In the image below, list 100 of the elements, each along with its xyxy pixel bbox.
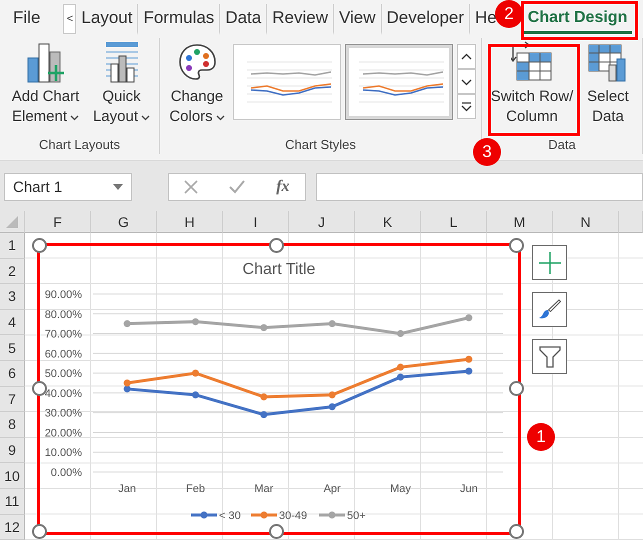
ribbon-button[interactable]: Select Data bbox=[580, 42, 636, 127]
column-header[interactable]: I bbox=[223, 211, 289, 233]
caret-icon bbox=[216, 115, 225, 121]
insert-function-button[interactable]: fx bbox=[276, 178, 290, 196]
column-header[interactable]: F bbox=[25, 211, 91, 233]
check-icon[interactable] bbox=[229, 180, 246, 194]
chart-title: Chart Title bbox=[242, 261, 316, 278]
axis-label: Jan bbox=[118, 483, 136, 495]
name-box[interactable]: Chart 1 bbox=[4, 173, 132, 201]
scroll-left-button[interactable]: < bbox=[63, 4, 76, 34]
ribbon-button[interactable]: Quick Layout bbox=[90, 42, 154, 127]
data-point bbox=[465, 314, 472, 322]
formula-input[interactable] bbox=[316, 173, 643, 201]
data-point bbox=[124, 320, 131, 328]
group-label: Chart Layouts bbox=[39, 137, 120, 154]
column-header[interactable]: G bbox=[91, 211, 157, 233]
column-header[interactable]: L bbox=[421, 211, 487, 233]
axis-label: 90.00% bbox=[44, 289, 82, 301]
ribbon-tab[interactable]: View bbox=[332, 4, 381, 34]
column-header[interactable]: M bbox=[487, 211, 553, 233]
row-header[interactable]: 11 bbox=[0, 488, 25, 515]
axis-label: 60.00% bbox=[44, 348, 82, 360]
group-label: Chart Styles bbox=[285, 137, 356, 154]
chart-styles-button[interactable] bbox=[532, 292, 567, 327]
axis-label: Apr bbox=[324, 483, 341, 495]
data-point bbox=[465, 356, 472, 363]
row-header[interactable]: 4 bbox=[0, 310, 25, 336]
data-point bbox=[260, 411, 268, 418]
add-element-button[interactable] bbox=[532, 245, 567, 280]
caret-icon bbox=[70, 115, 80, 121]
row-header[interactable]: 1 bbox=[0, 233, 25, 259]
row-header[interactable]: 12 bbox=[0, 514, 25, 540]
data-point bbox=[328, 320, 336, 328]
chevron-up-icon bbox=[461, 52, 472, 62]
data-point bbox=[192, 391, 199, 398]
column-header[interactable]: H bbox=[157, 211, 223, 233]
column-header[interactable]: J bbox=[289, 211, 355, 233]
legend-marker-icon bbox=[191, 512, 217, 518]
expand-icon bbox=[461, 102, 472, 112]
ribbon-tab[interactable]: Chart Design bbox=[522, 4, 632, 34]
axis-label: 20.00% bbox=[44, 427, 82, 440]
row-header[interactable]: 6 bbox=[0, 360, 25, 387]
column-header[interactable]: K bbox=[355, 211, 421, 233]
ribbon-button[interactable]: Change Colors bbox=[165, 42, 229, 127]
axis-label: 40.00% bbox=[44, 388, 82, 400]
row-header[interactable]: 9 bbox=[0, 438, 25, 464]
brush-icon bbox=[538, 298, 562, 322]
axis-label: Feb bbox=[186, 483, 205, 495]
cancel-icon[interactable] bbox=[184, 180, 198, 194]
scroll-up-button[interactable] bbox=[457, 44, 476, 69]
more-styles-button[interactable] bbox=[457, 94, 476, 119]
row-header[interactable]: 8 bbox=[0, 412, 25, 438]
data-point bbox=[328, 391, 336, 398]
row-header[interactable]: 5 bbox=[0, 335, 25, 361]
data-point bbox=[397, 374, 404, 381]
caret-icon bbox=[141, 115, 150, 121]
table-arrow-icon bbox=[511, 41, 553, 83]
data-point bbox=[260, 324, 268, 332]
plus-icon bbox=[538, 252, 560, 274]
data-point bbox=[192, 318, 199, 326]
data-point bbox=[397, 364, 404, 371]
ribbon-tab[interactable]: Developer bbox=[380, 4, 470, 34]
palette-icon bbox=[177, 42, 217, 82]
axis-label: 70.00% bbox=[44, 328, 82, 341]
ribbon-tab[interactable]: Formulas bbox=[137, 4, 220, 34]
row-header[interactable]: 10 bbox=[0, 463, 25, 489]
legend-label: < 30 bbox=[219, 510, 241, 522]
dropdown-icon bbox=[113, 184, 123, 190]
axis-label: 30.00% bbox=[44, 408, 82, 420]
axis-label: 80.00% bbox=[44, 308, 82, 321]
ribbon-tab[interactable]: Layout bbox=[76, 4, 138, 34]
legend-marker-icon bbox=[251, 512, 277, 518]
axis-label: May bbox=[390, 483, 411, 495]
data-point bbox=[397, 330, 404, 338]
axis-label: 0.00% bbox=[50, 467, 82, 479]
corner-triangle-icon bbox=[6, 216, 18, 228]
ribbon-button[interactable]: Switch Row/ Column bbox=[488, 42, 576, 127]
row-header[interactable]: 7 bbox=[0, 386, 25, 412]
ribbon-tab[interactable]: File bbox=[8, 4, 46, 34]
ribbon-tab[interactable]: Review bbox=[266, 4, 333, 34]
group-label: Data bbox=[548, 137, 576, 154]
column-header[interactable]: N bbox=[553, 211, 619, 233]
ribbon-tab[interactable]: Data bbox=[219, 4, 266, 34]
scroll-down-button[interactable] bbox=[457, 69, 476, 94]
axis-label: 10.00% bbox=[44, 447, 82, 460]
chart-filters-button[interactable] bbox=[532, 339, 567, 374]
chevron-down-icon bbox=[461, 76, 472, 86]
data-point bbox=[465, 368, 472, 375]
row-header[interactable]: 2 bbox=[0, 258, 25, 284]
data-point bbox=[192, 370, 199, 377]
legend-marker-icon bbox=[319, 512, 345, 518]
axis-label: Jun bbox=[460, 483, 478, 495]
data-point bbox=[328, 403, 336, 410]
data-point bbox=[260, 393, 268, 400]
row-header[interactable]: 3 bbox=[0, 284, 25, 310]
filter-icon bbox=[538, 344, 560, 368]
legend-label: 30-49 bbox=[279, 510, 308, 522]
ribbon-button[interactable]: Add Chart Element bbox=[6, 42, 86, 127]
axis-label: Mar bbox=[254, 483, 274, 495]
axis-label: 50.00% bbox=[44, 368, 82, 380]
